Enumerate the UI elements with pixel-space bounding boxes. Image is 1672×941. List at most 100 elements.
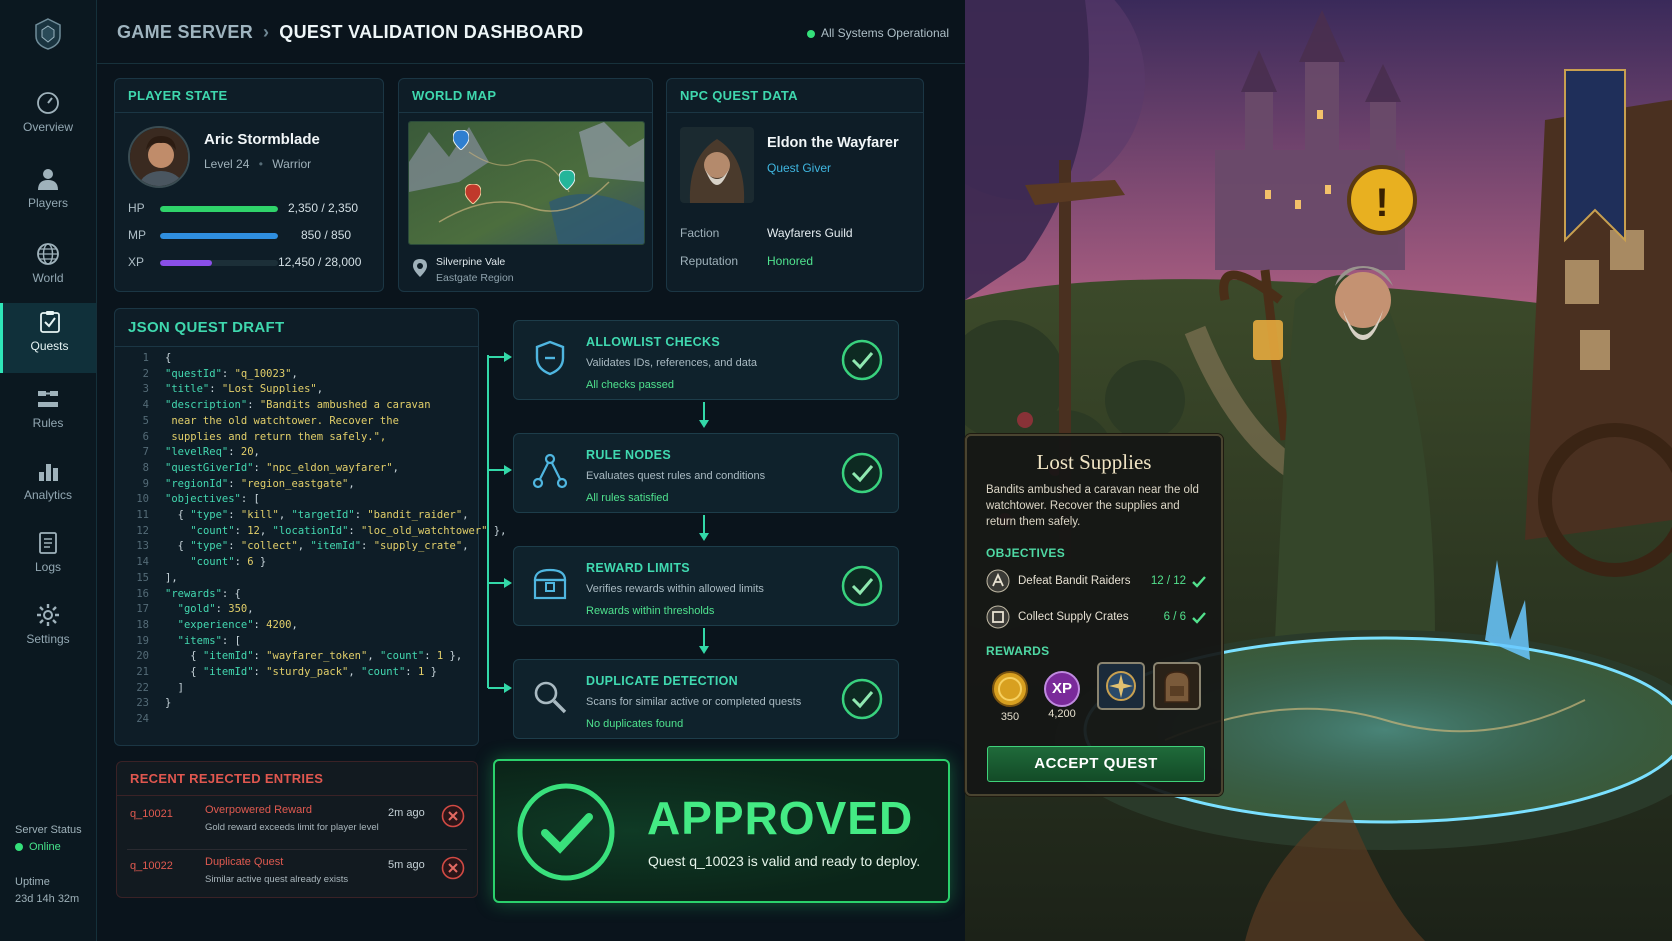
check-rule-nodes[interactable]: RULE NODES Evaluates quest rules and con… [513,433,899,513]
reward-xp[interactable]: XP 4,200 [1038,670,1086,720]
nav-label: Players [27,196,68,210]
quest-card: Lost Supplies Bandits ambushed a caravan… [965,434,1223,796]
line-number: 1 [142,352,149,364]
line-number: 23 [136,697,149,710]
check-duplicate-detection[interactable]: DUPLICATE DETECTION Scans for similar ac… [513,659,899,739]
mp-bar-fill [160,233,278,239]
objective-label: Collect Supply Crates [1018,611,1129,623]
xp-bar [160,260,278,266]
nav-rules[interactable]: Rules [0,380,96,444]
line-number: 12 [136,524,149,537]
reward-backpack[interactable] [1153,662,1201,713]
hp-bar-fill [160,206,278,212]
rejected-detail: Similar active quest already exists [205,874,349,885]
nav-world[interactable]: World [0,235,96,299]
nav-quests[interactable]: Quests [0,303,96,373]
faction-value: Wayfarers Guild [767,226,853,240]
nav-overview[interactable]: Overview [0,84,96,148]
line-number: 4 [142,399,149,412]
gear-icon [37,604,59,626]
rejected-time: 5m ago [388,859,425,871]
code-line: 16 "rewards": { [123,587,506,603]
xp-icon: XP [1043,670,1081,708]
line-number: 9 [142,477,149,490]
stat-value: 2,350 / 2,350 [288,201,359,215]
world-map-thumbnail[interactable] [408,121,645,245]
code-line: 2 "questId": "q_10023", [123,367,506,383]
code-line: 17 "gold": 350, [123,602,506,618]
objective-item: Defeat Bandit Raiders 12 / 12 [986,569,1208,595]
check-desc: Scans for similar active or completed qu… [586,696,802,708]
approved-check-icon [517,783,615,881]
panel-title: RECENT REJECTED ENTRIES [117,762,477,796]
line-number: 11 [136,509,149,522]
breadcrumb: GAME SERVER › QUEST VALIDATION DASHBOARD [117,22,583,43]
code-line: 3 "title": "Lost Supplies", [123,382,506,398]
check-reward-limits[interactable]: REWARD LIMITS Verifies rewards within al… [513,546,899,626]
chart-icon [39,464,58,481]
reward-token[interactable] [1097,662,1145,713]
objective-item: Collect Supply Crates 6 / 6 [986,605,1208,631]
line-number: 16 [136,587,149,600]
breadcrumb-root[interactable]: GAME SERVER [117,22,253,42]
check-title: REWARD LIMITS [586,561,690,575]
nav-logs[interactable]: Logs [0,524,96,588]
flow-arrow-icon [699,515,709,541]
status-dot-icon [806,29,815,38]
top-bar: GAME SERVER › QUEST VALIDATION DASHBOARD A… [97,0,965,64]
player-name: Aric Stormblade [204,131,320,148]
quest-marker-icon[interactable]: ! [1375,181,1388,225]
line-number: 5 [142,414,149,427]
map-pin-teal-icon[interactable] [559,170,575,190]
objectives-heading: OBJECTIVES [986,546,1066,560]
rejected-id: q_10022 [130,860,173,872]
chest-icon [533,568,567,600]
code-line: 11 { "type": "kill", "targetId": "bandit… [123,508,506,524]
reject-x-icon[interactable] [441,856,465,880]
user-icon [38,169,58,190]
rejected-entry[interactable]: q_10022 Duplicate Quest Similar active q… [117,850,477,902]
check-pass-icon [841,565,883,607]
nav-label: Overview [22,120,73,134]
npc-role: Quest Giver [767,161,832,175]
map-pin-red-icon[interactable] [465,184,481,204]
nav-analytics[interactable]: Analytics [0,452,96,516]
map-pin-blue-icon[interactable] [453,130,469,150]
code-line: 22 ] [123,681,506,697]
approved-title: APPROVED [647,792,914,844]
doc-icon [39,532,57,554]
app-logo-icon[interactable] [30,16,66,52]
reputation-value: Honored [767,254,814,268]
reward-label: 350 [1000,711,1020,723]
quest-description: Bandits ambushed a caravan near the old … [986,484,1199,528]
check-title: DUPLICATE DETECTION [586,674,738,688]
reject-x-icon[interactable] [441,804,465,828]
check-result: No duplicates found [586,718,684,730]
code-text: "experience": 4200, [177,618,298,631]
check-allowlist[interactable]: ALLOWLIST CHECKS Validates IDs, referenc… [513,320,899,400]
code-text: } [165,697,172,710]
code-line: 18 "experience": 4200, [123,618,506,634]
code-line: 12 "count": 12, "locationId": "loc_old_w… [123,524,506,540]
quest-icon [39,311,60,333]
quest-title: Lost Supplies [1036,450,1152,474]
line-number: 21 [136,666,149,679]
code-line: 4 "description": "Bandits ambushed a cara… [123,398,506,414]
reward-gold[interactable]: 350 [986,670,1034,723]
line-number: 10 [136,493,149,506]
complete-check-icon [1192,612,1206,624]
accept-quest-button[interactable]: ACCEPT QUEST [987,746,1205,782]
hp-bar [160,206,278,212]
nav-settings[interactable]: Settings [0,596,96,660]
code-text: "objectives": [ [165,493,260,506]
code-line: 7 "levelReq": 20, [123,445,506,461]
rejected-entry[interactable]: q_10021 Overpowered Reward Gold reward e… [117,798,477,850]
code-text: "description": "Bandits ambushed a carav… [165,399,431,412]
code-text: { "itemId": "wayfarer_token", "count": 1… [165,650,463,663]
nav-players[interactable]: Players [0,160,96,224]
line-number: 17 [136,603,149,616]
check-result: All rules satisfied [586,492,669,504]
json-code-editor[interactable]: 1{2 "questId": "q_10023", 3 "title": "Lost … [123,351,506,728]
reputation-label: Reputation [680,254,739,268]
panel-title: JSON QUEST DRAFT [115,309,478,347]
